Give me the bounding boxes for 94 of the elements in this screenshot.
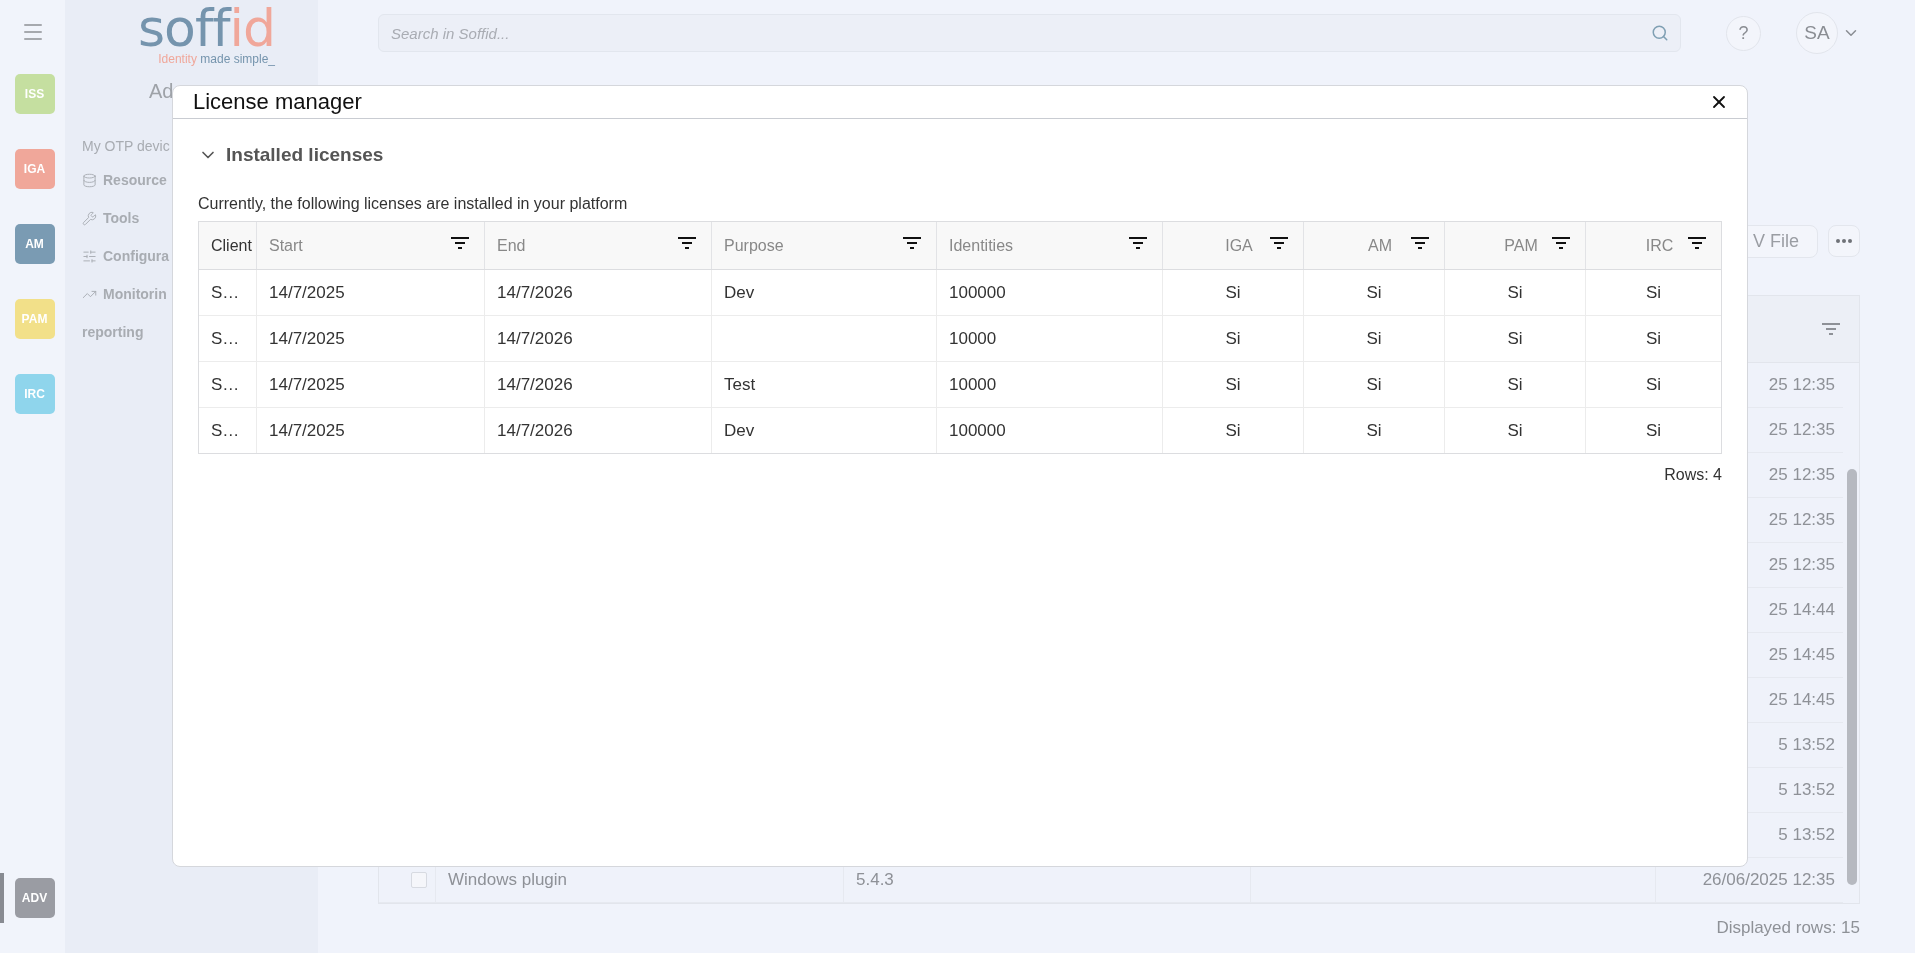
table-cell: Si bbox=[1507, 328, 1523, 349]
table-cell: 100000 bbox=[949, 420, 1006, 441]
wrench-icon bbox=[82, 210, 97, 226]
table-cell: S… bbox=[211, 328, 240, 349]
table-cell: Dev bbox=[724, 282, 755, 303]
filter-icon[interactable] bbox=[1269, 236, 1289, 250]
more-icon bbox=[1836, 239, 1852, 243]
column-header: IGA bbox=[1225, 236, 1253, 255]
table-cell: 25 14:45 bbox=[1768, 645, 1835, 664]
table-cell: 14/7/2026 bbox=[497, 328, 573, 349]
row-count: Rows: 4 bbox=[1664, 466, 1722, 484]
module-button[interactable]: ISS bbox=[14, 74, 55, 114]
column-header: Client bbox=[211, 236, 252, 255]
logo-tagline: Identity made simple_ bbox=[158, 52, 275, 66]
table-cell: S… bbox=[211, 374, 240, 395]
section-description: Currently, the following licenses are installed in your platform bbox=[198, 195, 629, 213]
dialog-title: License manager bbox=[193, 89, 363, 115]
table-cell: Dev bbox=[724, 420, 755, 441]
table-cell: 14/7/2025 bbox=[269, 328, 345, 349]
filter-icon[interactable] bbox=[1410, 236, 1430, 250]
filter-icon[interactable] bbox=[677, 236, 697, 250]
table-cell: 25 14:45 bbox=[1768, 690, 1835, 709]
table-cell: Si bbox=[1225, 420, 1241, 441]
database-icon bbox=[82, 172, 97, 188]
column-header: Identities bbox=[949, 236, 1014, 255]
table-cell: 100000 bbox=[949, 282, 1006, 303]
table-cell: 14/7/2026 bbox=[497, 282, 573, 303]
help-button[interactable]: ? bbox=[1726, 15, 1761, 51]
table-cell: S… bbox=[211, 282, 240, 303]
table-cell: Si bbox=[1225, 328, 1241, 349]
filter-icon[interactable] bbox=[1551, 236, 1571, 250]
table-cell: 25 12:35 bbox=[1768, 555, 1835, 574]
module-button[interactable]: PAM bbox=[14, 299, 55, 339]
table-cell: Si bbox=[1645, 328, 1662, 349]
column-header: PAM bbox=[1504, 236, 1538, 255]
table-cell: Si bbox=[1225, 374, 1241, 395]
more-button[interactable] bbox=[1828, 225, 1860, 257]
table-cell: 10000 bbox=[949, 374, 997, 395]
sidebar-item[interactable]: Resource bbox=[103, 172, 167, 188]
table-cell: Si bbox=[1366, 328, 1382, 349]
sidebar-item[interactable]: reporting bbox=[82, 324, 144, 340]
sidebar-item[interactable]: Tools bbox=[103, 210, 140, 226]
table-cell: S… bbox=[211, 420, 240, 441]
filter-icon[interactable] bbox=[1128, 236, 1148, 250]
column-header: AM bbox=[1368, 236, 1392, 255]
table-cell: 25 12:35 bbox=[1768, 465, 1835, 484]
sidebar-item[interactable]: Monitorin bbox=[103, 286, 167, 302]
table-cell: 5 13:52 bbox=[1778, 825, 1835, 844]
table-cell: Si bbox=[1645, 420, 1662, 441]
table-cell: 5 13:52 bbox=[1778, 780, 1835, 799]
column-header: End bbox=[497, 236, 526, 255]
table-cell: Si bbox=[1366, 282, 1382, 303]
table-cell: 5 13:52 bbox=[1778, 735, 1835, 754]
table-cell: Test bbox=[724, 374, 756, 395]
table-cell: 10000 bbox=[949, 328, 997, 349]
table-cell: Si bbox=[1225, 282, 1241, 303]
table-cell: Si bbox=[1645, 374, 1662, 395]
logo-wordmark: soffid bbox=[138, 2, 275, 54]
section-toggle[interactable]: Installed licenses bbox=[198, 144, 384, 166]
module-button[interactable]: IGA bbox=[14, 149, 55, 189]
column-header: IRC bbox=[1645, 236, 1674, 255]
filter-icon[interactable] bbox=[450, 236, 470, 250]
table-cell: Si bbox=[1507, 282, 1523, 303]
sidebar-item[interactable]: Configura bbox=[103, 248, 170, 264]
sidebar-title: Ad bbox=[148, 80, 174, 103]
row-checkbox[interactable] bbox=[411, 872, 427, 888]
table-cell: 26/06/2025 12:35 bbox=[1702, 870, 1835, 889]
table-cell: 5.4.3 bbox=[856, 870, 894, 890]
module-button[interactable]: AM bbox=[14, 224, 55, 264]
displayed-rows-count: Displayed rows: 15 bbox=[1715, 918, 1860, 938]
filter-icon[interactable] bbox=[902, 236, 922, 250]
table-cell: 25 14:44 bbox=[1768, 600, 1835, 619]
table-cell: Si bbox=[1366, 374, 1382, 395]
sidebar-item[interactable]: My OTP devic bbox=[82, 138, 170, 154]
column-header: Purpose bbox=[724, 236, 784, 255]
table-cell: Si bbox=[1507, 374, 1523, 395]
table-cell: 14/7/2025 bbox=[269, 282, 345, 303]
table-cell: 14/7/2026 bbox=[497, 420, 573, 441]
filter-icon[interactable] bbox=[1687, 236, 1707, 250]
module-button[interactable]: IRC bbox=[14, 374, 55, 414]
table-cell: 25 12:35 bbox=[1768, 420, 1835, 439]
table-cell: 14/7/2025 bbox=[269, 420, 345, 441]
module-button[interactable]: ADV bbox=[14, 878, 55, 918]
column-header: Start bbox=[269, 236, 303, 255]
table-cell: Si bbox=[1645, 282, 1662, 303]
table-cell: 25 12:35 bbox=[1768, 375, 1835, 394]
table-cell: 14/7/2025 bbox=[269, 374, 345, 395]
table-cell: Windows plugin bbox=[448, 870, 568, 890]
table-cell: 25 12:35 bbox=[1768, 510, 1835, 529]
table-cell: 14/7/2026 bbox=[497, 374, 573, 395]
search-field[interactable]: Search in Soffid... bbox=[378, 14, 1681, 52]
table-cell: Si bbox=[1366, 420, 1382, 441]
table-cell: Si bbox=[1507, 420, 1523, 441]
sliders-icon bbox=[82, 248, 97, 264]
